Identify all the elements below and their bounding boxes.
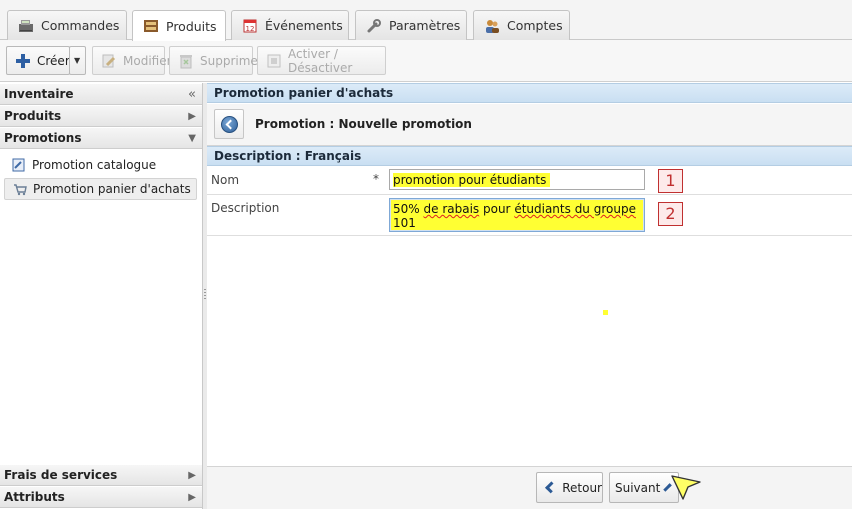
back-button[interactable] xyxy=(214,109,244,139)
page-title: Promotion : Nouvelle promotion xyxy=(255,117,472,131)
name-label: Nom xyxy=(211,173,240,187)
form-footer: Retour Suivant xyxy=(207,466,852,509)
description-text-part: 50% xyxy=(393,202,424,216)
accordion-inventaire[interactable]: Inventaire « xyxy=(0,83,202,105)
expand-arrow-icon: ▶ xyxy=(188,111,196,122)
accordion-label: Frais de services xyxy=(4,468,118,482)
main-tab-bar: Commandes Produits 12 Événements Paramèt… xyxy=(0,0,852,41)
tab-label: Produits xyxy=(166,18,217,34)
description-text-part: 101 xyxy=(393,216,416,230)
mouse-pointer-icon xyxy=(671,475,701,500)
sidebar-item-label: Promotion panier d'achats xyxy=(33,182,191,196)
accordion-attributs[interactable]: Attributs ▶ xyxy=(0,486,202,508)
chevron-left-icon xyxy=(545,481,558,494)
promotion-header: Promotion : Nouvelle promotion xyxy=(207,104,852,146)
action-toolbar: Créer ▼ Modifier Supprimer Activer / Dés… xyxy=(0,40,852,82)
collapse-panel-icon[interactable]: « xyxy=(188,84,196,105)
description-label: Description xyxy=(211,201,280,215)
toggle-active-button[interactable]: Activer / Désactiver xyxy=(257,46,386,75)
tab-evenements[interactable]: 12 Événements xyxy=(231,10,349,40)
suivant-button[interactable]: Suivant xyxy=(609,472,679,503)
chevron-down-icon: ▼ xyxy=(74,56,81,65)
edit-label: Modifier xyxy=(123,53,172,68)
create-label: Créer xyxy=(37,53,70,68)
catalogue-promo-icon xyxy=(12,158,26,172)
accordion-produits[interactable]: Produits ▶ xyxy=(0,105,202,127)
tab-parametres[interactable]: Paramètres xyxy=(355,10,467,40)
accordion-label: Promotions xyxy=(4,131,82,145)
required-marker: * xyxy=(373,172,379,186)
section-title: Description : Français xyxy=(207,146,852,166)
tab-label: Commandes xyxy=(41,18,120,33)
tab-commandes[interactable]: Commandes xyxy=(7,10,127,40)
wrench-icon xyxy=(366,18,382,34)
accordion-label: Produits xyxy=(4,109,62,123)
create-dropdown-button[interactable]: ▼ xyxy=(69,46,86,75)
retour-label: Retour xyxy=(562,480,602,495)
tab-produits[interactable]: Produits xyxy=(132,10,226,41)
splitter-grip-icon xyxy=(204,289,206,301)
annotation-badge-2: 2 xyxy=(658,202,683,226)
tab-label: Comptes xyxy=(507,18,563,33)
description-text-spellcheck: étudiants du groupe xyxy=(514,202,636,216)
edit-button[interactable]: Modifier xyxy=(92,46,172,75)
accordion-label: Attributs xyxy=(4,490,65,504)
delete-button[interactable]: Supprimer xyxy=(169,46,263,75)
panel-title: Promotion panier d'achats xyxy=(207,83,852,103)
toggle-state-icon xyxy=(266,53,282,69)
accordion-promotions[interactable]: Promotions ▼ xyxy=(0,127,202,149)
name-input[interactable]: promotion pour étudiants xyxy=(389,169,645,190)
svg-text:12: 12 xyxy=(246,25,255,33)
suivant-label: Suivant xyxy=(615,480,661,495)
left-navigation-panel: Inventaire « Produits ▶ Promotions ▼ Pro… xyxy=(0,83,203,509)
tab-comptes[interactable]: Comptes xyxy=(473,10,570,40)
delete-label: Supprimer xyxy=(200,53,263,68)
form-row-description: Description 50% de rabais pour étudiants… xyxy=(207,195,852,236)
expand-arrow-icon: ▶ xyxy=(188,492,196,503)
highlight-dot xyxy=(603,310,608,315)
sidebar-item-label: Promotion catalogue xyxy=(32,158,157,172)
name-value: promotion pour étudiants xyxy=(393,173,551,187)
description-textarea[interactable]: 50% de rabais pour étudiants du groupe 1… xyxy=(389,198,645,232)
toggle-label: Activer / Désactiver xyxy=(288,46,353,75)
form-row-name: Nom * promotion pour étudiants 1 xyxy=(207,167,852,195)
annotation-badge-1: 1 xyxy=(658,169,683,193)
description-text-spellcheck: de rabais xyxy=(423,202,480,216)
main-content: Promotion panier d'achats Promotion : No… xyxy=(207,83,852,509)
products-box-icon xyxy=(143,18,159,34)
accordion-label: Inventaire xyxy=(4,87,74,101)
sidebar-item-promotion-catalogue[interactable]: Promotion catalogue xyxy=(4,154,197,176)
calendar-icon: 12 xyxy=(242,18,258,34)
collapse-arrow-icon: ▼ xyxy=(188,133,196,144)
retour-button[interactable]: Retour xyxy=(536,472,603,503)
cart-promo-icon xyxy=(13,182,27,196)
tab-label: Événements xyxy=(265,18,343,33)
plus-icon xyxy=(15,53,31,69)
description-text-part: pour xyxy=(479,202,515,216)
users-icon xyxy=(484,18,500,34)
back-arrow-icon xyxy=(221,116,238,133)
create-button[interactable]: Créer xyxy=(6,46,70,75)
edit-pencil-icon xyxy=(101,53,117,69)
expand-arrow-icon: ▶ xyxy=(188,470,196,481)
tab-label: Paramètres xyxy=(389,18,461,33)
sidebar-item-promotion-panier[interactable]: Promotion panier d'achats xyxy=(4,178,197,200)
trash-icon xyxy=(178,53,194,69)
register-icon xyxy=(18,18,34,34)
accordion-frais-de-services[interactable]: Frais de services ▶ xyxy=(0,464,202,486)
